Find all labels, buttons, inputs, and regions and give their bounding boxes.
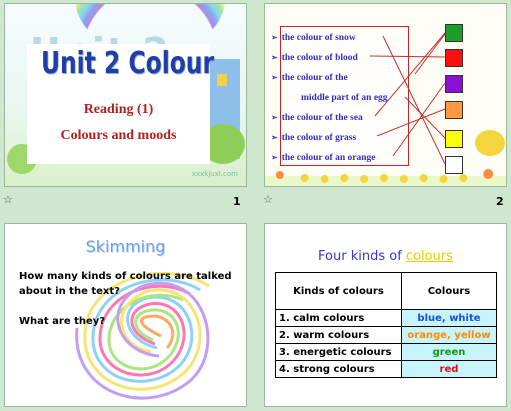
table-cell-kind: 1. calm colours <box>275 309 402 327</box>
table-header: Colours <box>400 272 498 310</box>
table-row: 1. calm colours blue, white <box>275 309 498 327</box>
star-icon[interactable]: ☆ <box>3 193 13 206</box>
table-cell-kind: 4. strong colours <box>275 360 402 378</box>
table-row: 3. energetic colours green <box>275 343 498 361</box>
table-cell-kind: 3. energetic colours <box>275 343 402 361</box>
flower-border-decoration <box>265 169 506 186</box>
heading-text: Four kinds of <box>318 249 406 264</box>
slide-thumbnail-1[interactable]: Unit 2 Colour Unit 2 Colour Reading (1) … <box>4 3 247 187</box>
table-header-row: Kinds of colours Colours <box>275 272 498 310</box>
question-line: What are they? <box>19 316 106 327</box>
slide-thumbnail-2[interactable]: ➢ the colour of snow ➢ the colour of blood… <box>264 3 507 187</box>
table-row: 2. warm colours orange, yellow <box>275 326 498 344</box>
slide-thumbnail-4[interactable]: Four kinds of colours Kinds of colours C… <box>264 223 507 407</box>
star-icon[interactable]: ☆ <box>263 193 273 206</box>
slide-number-1: 1 <box>233 195 241 208</box>
question-line: about in the text? <box>19 286 120 297</box>
slide-subtitle-2: Colours and moods <box>60 128 177 143</box>
table-header: Kinds of colours <box>275 272 402 310</box>
question-line: How many kinds of colours are talked <box>19 271 232 282</box>
slide-thumbnail-3[interactable]: Skimming How many kinds of colours are t… <box>4 223 247 407</box>
watermark: xxxkjuxl.com <box>191 170 238 178</box>
table-cell-colours: green <box>400 343 498 361</box>
chick-decoration <box>475 130 505 156</box>
slide-heading: Four kinds of colours <box>265 249 506 264</box>
table-row: 4. strong colours red <box>275 360 498 378</box>
table-cell-colours: red <box>400 360 498 378</box>
table-cell-kind: 2. warm colours <box>275 326 402 344</box>
heading-link[interactable]: colours <box>406 249 453 264</box>
table-cell-colours: blue, white <box>400 309 498 327</box>
slide-title: Unit 2 Colour <box>41 46 214 81</box>
slide-number-2: 2 <box>496 195 504 208</box>
colour-kinds-table: Kinds of colours Colours 1. calm colours… <box>275 272 498 378</box>
table-cell-colours: orange, yellow <box>400 326 498 344</box>
slide-subtitle: Reading (1) <box>83 102 154 117</box>
